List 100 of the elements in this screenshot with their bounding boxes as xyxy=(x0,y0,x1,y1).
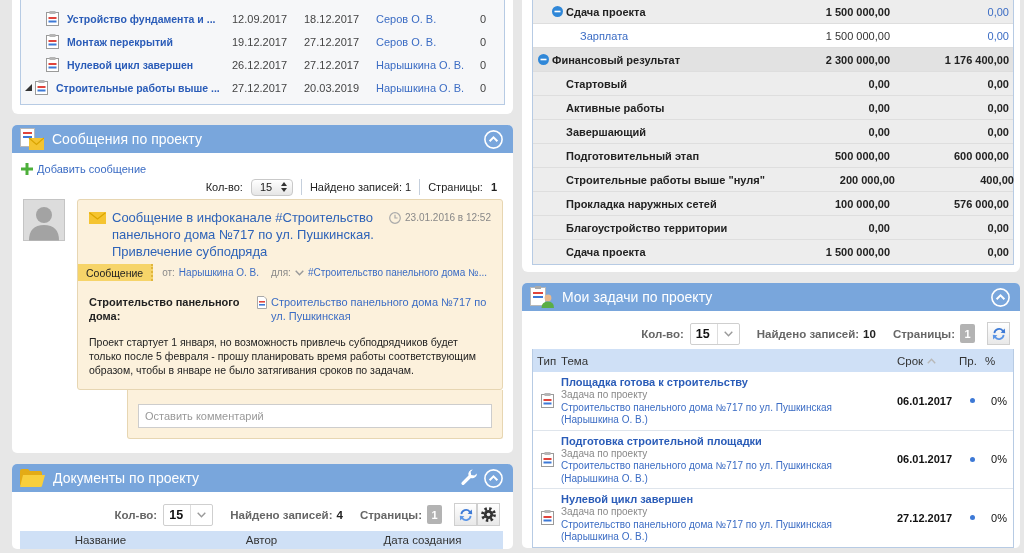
count-select[interactable]: 15 xyxy=(689,322,740,345)
column-header[interactable]: Пр. xyxy=(959,354,977,367)
author-link[interactable]: Нарышкина О. В. xyxy=(178,267,259,278)
fact-amount-link[interactable]: 0,00 xyxy=(987,29,1009,42)
article-link[interactable]: Зарплата xyxy=(580,29,629,42)
column-header[interactable]: Срок xyxy=(897,354,937,367)
column-header[interactable]: Дата создания xyxy=(383,534,462,546)
start-date: 26.12.2017 xyxy=(232,58,289,71)
plan-amount: 1 500 000,00 xyxy=(825,29,890,42)
due-date: 27.12.2017 xyxy=(897,511,953,524)
task-link[interactable]: Нулевой цикл завершен xyxy=(67,58,194,71)
plan-amount: 500 000,00 xyxy=(834,149,890,162)
task-description: Задача по проекту Строительство панельного дома №717 по ул. Пушкинская (Нарышкина О. В.) xyxy=(561,506,833,544)
task-title-link[interactable]: Подготовка строительной площадки xyxy=(561,433,762,448)
refresh-button[interactable] xyxy=(454,503,477,526)
column-header[interactable]: % xyxy=(985,354,996,367)
plan-amount: 0,00 xyxy=(868,77,890,90)
project-link[interactable]: Строительство панельного дома №717 по ул. Пушкинская xyxy=(561,518,832,530)
column-header[interactable]: Тема xyxy=(561,354,589,367)
records-found-label: Найдено записей: xyxy=(309,181,402,193)
collapse-icon[interactable] xyxy=(991,287,1010,307)
comment-input[interactable]: Оставить комментарий xyxy=(138,404,492,428)
sort-caret-icon[interactable] xyxy=(927,357,937,364)
column-header[interactable]: Название xyxy=(74,534,127,546)
category-name: Сдача проекта xyxy=(566,5,646,18)
responsible-link[interactable]: Нарышкина О. В. xyxy=(376,81,480,94)
start-date: 27.12.2017 xyxy=(232,81,289,94)
count-select[interactable]: 15 xyxy=(163,503,214,526)
refresh-button[interactable] xyxy=(987,322,1010,345)
fact-amount: 0,00 xyxy=(987,125,1009,138)
plus-icon[interactable] xyxy=(21,162,33,175)
collapse-icon[interactable] xyxy=(484,129,503,149)
task-title-link[interactable]: Площадка готова к строительству xyxy=(561,375,748,389)
minus-circle-icon[interactable] xyxy=(538,54,549,65)
fact-amount: 600 000,00 xyxy=(953,149,1009,162)
end-date: 20.03.2019 xyxy=(304,81,361,94)
task-link[interactable]: Монтаж перекрытий xyxy=(67,35,173,48)
task-link[interactable]: Устройство фундамента и ... xyxy=(67,12,216,25)
message-text: Проект стартует 1 января, но возможность привлечь субподрядчиков будет только после 5 февраля - прошу планировать время работы соответствующим образом, чтобы в январе не было затягивания сроков по задачам. xyxy=(89,335,478,377)
fact-amount: 0,00 xyxy=(987,101,1009,114)
panel-title: Мои задачи по проекту xyxy=(562,289,713,305)
records-found-label: Найдено записей: xyxy=(756,327,860,340)
stage-link[interactable]: Строительные работы выше ... xyxy=(56,81,220,94)
message-type-tag: Сообщение xyxy=(78,264,154,281)
column-header[interactable]: Тип xyxy=(537,354,557,367)
collapse-icon[interactable] xyxy=(484,468,503,488)
count-select[interactable]: 15 xyxy=(250,178,293,196)
panel-title: Сообщения по проекту xyxy=(52,131,202,147)
count-cell-text: 0 xyxy=(480,81,488,94)
clipboard-icon xyxy=(540,510,554,526)
spinner-arrows-icon[interactable] xyxy=(280,182,287,192)
plan-amount: 1 500 000,00 xyxy=(825,246,890,258)
wrench-icon[interactable] xyxy=(460,469,478,487)
clipboard-person-icon xyxy=(530,286,554,308)
category-name: Финансовый результат xyxy=(552,53,681,66)
assignee-link[interactable]: (Нарышкина О. В.) xyxy=(561,531,648,542)
count-cell-text: 0 xyxy=(480,12,488,25)
expanded-triangle-icon[interactable] xyxy=(25,84,32,91)
channel-link[interactable]: #Строительство панельного дома №... xyxy=(307,267,488,278)
add-message-link[interactable]: Добавить сообщение xyxy=(37,162,147,175)
count-label: Кол-во: xyxy=(205,181,243,193)
project-link[interactable]: Строительство панельного дома №717 по ул. Пушкинская xyxy=(561,401,832,413)
chevron-down-icon[interactable] xyxy=(294,269,304,276)
clipboard-icon xyxy=(46,34,59,49)
responsible-link[interactable]: Серов О. В. xyxy=(376,12,480,25)
count-label: Кол-во: xyxy=(114,508,158,521)
progress-percent: 0% xyxy=(991,453,1007,466)
start-date: 12.09.2017 xyxy=(232,12,289,25)
fact-amount: 1 176 400,00 xyxy=(944,53,1009,66)
task-title-link[interactable]: Нулевой цикл завершен xyxy=(561,492,694,506)
project-link[interactable]: Строительство панельного дома №717 по ул. Пушкинская xyxy=(271,295,491,323)
category-name: Строительные работы выше "нуля" xyxy=(566,173,765,186)
gear-icon xyxy=(481,507,496,522)
responsible-link[interactable]: Нарышкина О. В. xyxy=(376,58,480,71)
message-title-link[interactable]: Сообщение в инфоканале #Строительство панельного дома №717 по ул. Пушкинская. Привлечение субподряда xyxy=(112,209,384,260)
priority-dot-icon xyxy=(969,398,975,404)
settings-button[interactable] xyxy=(477,503,500,526)
chevron-down-icon[interactable] xyxy=(197,511,207,518)
pages-label: Страницы: xyxy=(428,181,483,193)
column-header[interactable]: Автор xyxy=(245,534,278,546)
from-label: от: xyxy=(162,267,175,278)
plan-amount: 100 000,00 xyxy=(834,197,890,210)
plan-amount: 1 500 000,00 xyxy=(825,5,890,18)
category-name: Прокладка наружных сетей xyxy=(566,197,717,210)
refresh-icon xyxy=(457,506,474,523)
records-found-count: 1 xyxy=(405,181,412,193)
records-found-count: 4 xyxy=(336,508,343,521)
end-date: 27.12.2017 xyxy=(304,35,361,48)
project-link[interactable]: Строительство панельного дома №717 по ул. Пушкинская xyxy=(561,460,832,471)
fact-amount-link[interactable]: 0,00 xyxy=(987,5,1009,18)
chevron-down-icon[interactable] xyxy=(723,330,733,337)
due-date: 06.01.2017 xyxy=(897,394,953,407)
minus-circle-icon[interactable] xyxy=(552,6,563,17)
assignee-link[interactable]: (Нарышкина О. В.) xyxy=(561,472,648,484)
assignee-link[interactable]: (Нарышкина О. В.) xyxy=(561,414,648,425)
plan-amount: 0,00 xyxy=(868,125,890,138)
category-name: Активные работы xyxy=(566,101,665,114)
records-found-label: Найдено записей: xyxy=(230,508,333,521)
plan-amount: 0,00 xyxy=(868,101,890,114)
responsible-link[interactable]: Серов О. В. xyxy=(376,35,480,48)
